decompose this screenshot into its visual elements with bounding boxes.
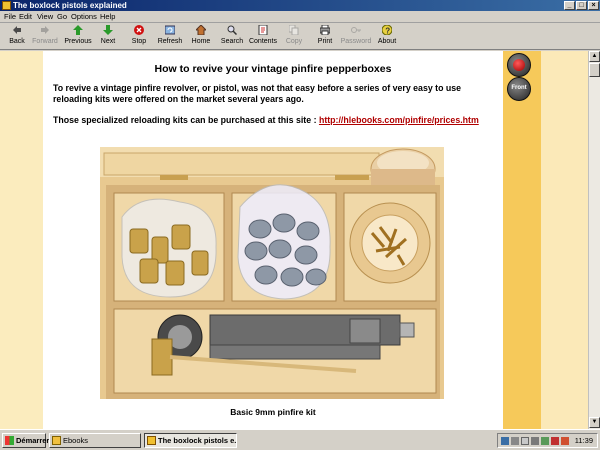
page-body: How to revive your vintage pinfire peppe… [43,51,503,429]
system-tray: 11:39 [497,433,598,448]
search-icon [227,25,238,36]
task-boxlock-pistols[interactable]: The boxlock pistols e... [144,433,237,448]
key-icon [351,25,361,35]
scroll-thumb[interactable] [589,63,600,77]
menu-view[interactable]: View [37,11,53,23]
toolbar: Back Forward Previous Next Stop Refresh … [0,23,600,50]
refresh-icon [164,25,176,35]
up-arrow-icon [73,25,83,35]
stop-button[interactable]: Stop [122,25,156,49]
clock[interactable]: 11:39 [575,434,593,447]
window-title: The boxlock pistols explained [13,1,127,10]
tray-mail-icon[interactable] [561,437,569,445]
vertical-scrollbar[interactable]: ▲ ▼ [588,51,600,429]
back-nav-button[interactable] [507,53,531,77]
home-icon [194,24,208,36]
start-label: Démarrer [16,436,50,445]
tray-arrow-icon[interactable] [511,437,519,445]
about-button[interactable]: ? About [370,24,404,49]
forward-arrow-icon [40,25,50,35]
copy-button[interactable]: Copy [277,24,311,49]
folder-icon [52,436,61,445]
minimize-button[interactable]: _ [564,1,575,10]
content-area: Front How to revive your vintage pinfire… [0,51,588,429]
previous-button[interactable]: Previous [61,25,95,49]
maximize-button[interactable]: □ [576,1,587,10]
home-button[interactable]: Home [184,24,218,49]
menu-go[interactable]: Go [57,11,67,23]
photo-caption: Basic 9mm pinfire kit [230,407,316,417]
kit-photo [100,147,444,399]
about-icon: ? [381,24,393,36]
tray-security-icon[interactable] [541,437,549,445]
network-icon[interactable] [501,437,509,445]
start-button[interactable]: Démarrer [2,433,50,448]
ebook-app-icon [147,436,156,445]
task-label: The boxlock pistols e... [158,436,237,445]
prices-link[interactable]: http://hlebooks.com/pinfire/prices.htm [319,115,479,125]
left-margin-band [0,51,43,429]
scroll-up-button[interactable]: ▲ [589,51,600,62]
password-button[interactable]: Password [339,25,373,49]
task-ebooks[interactable]: Ebooks [49,433,141,448]
menu-file[interactable]: File [4,11,16,23]
down-arrow-icon [103,25,113,35]
scroll-down-button[interactable]: ▼ [589,417,600,428]
intro-paragraph: To revive a vintage pinfire revolver, or… [53,83,462,104]
tray-antivirus-icon[interactable] [551,437,559,445]
tray-speaker-icon[interactable] [531,437,539,445]
contents-button[interactable]: Contents [246,24,280,49]
kits-paragraph: Those specialized reloading kits can be … [53,115,498,126]
windows-logo-icon [5,436,14,445]
back-nav-icon [513,59,525,71]
copy-icon [288,24,299,36]
kit-photo-drawing [100,147,444,399]
menu-bar: File Edit View Go Options Help [0,11,600,23]
print-button[interactable]: Print [308,24,342,49]
back-arrow-icon [12,25,22,35]
kits-paragraph-text: Those specialized reloading kits can be … [53,115,319,125]
svg-text:?: ? [385,27,390,36]
tray-app-icon[interactable] [521,437,529,445]
search-button[interactable]: Search [215,25,249,49]
menu-help[interactable]: Help [100,11,115,23]
front-nav-button[interactable]: Front [507,77,531,101]
contents-icon [258,24,268,36]
stop-icon [134,25,144,35]
next-button[interactable]: Next [91,25,125,49]
menu-options[interactable]: Options [71,11,97,23]
right-margin-band [541,51,588,429]
menu-edit[interactable]: Edit [19,11,32,23]
app-icon [2,1,11,10]
taskbar: Démarrer Ebooks The boxlock pistols e...… [0,429,600,450]
page-heading: How to revive your vintage pinfire peppe… [154,63,392,75]
right-side-band [503,51,541,429]
refresh-button[interactable]: Refresh [153,25,187,49]
forward-button[interactable]: Forward [28,25,62,49]
print-icon [319,24,331,36]
task-label: Ebooks [63,436,89,445]
close-button[interactable]: × [588,1,599,10]
title-bar: The boxlock pistols explained _ □ × [0,0,600,11]
